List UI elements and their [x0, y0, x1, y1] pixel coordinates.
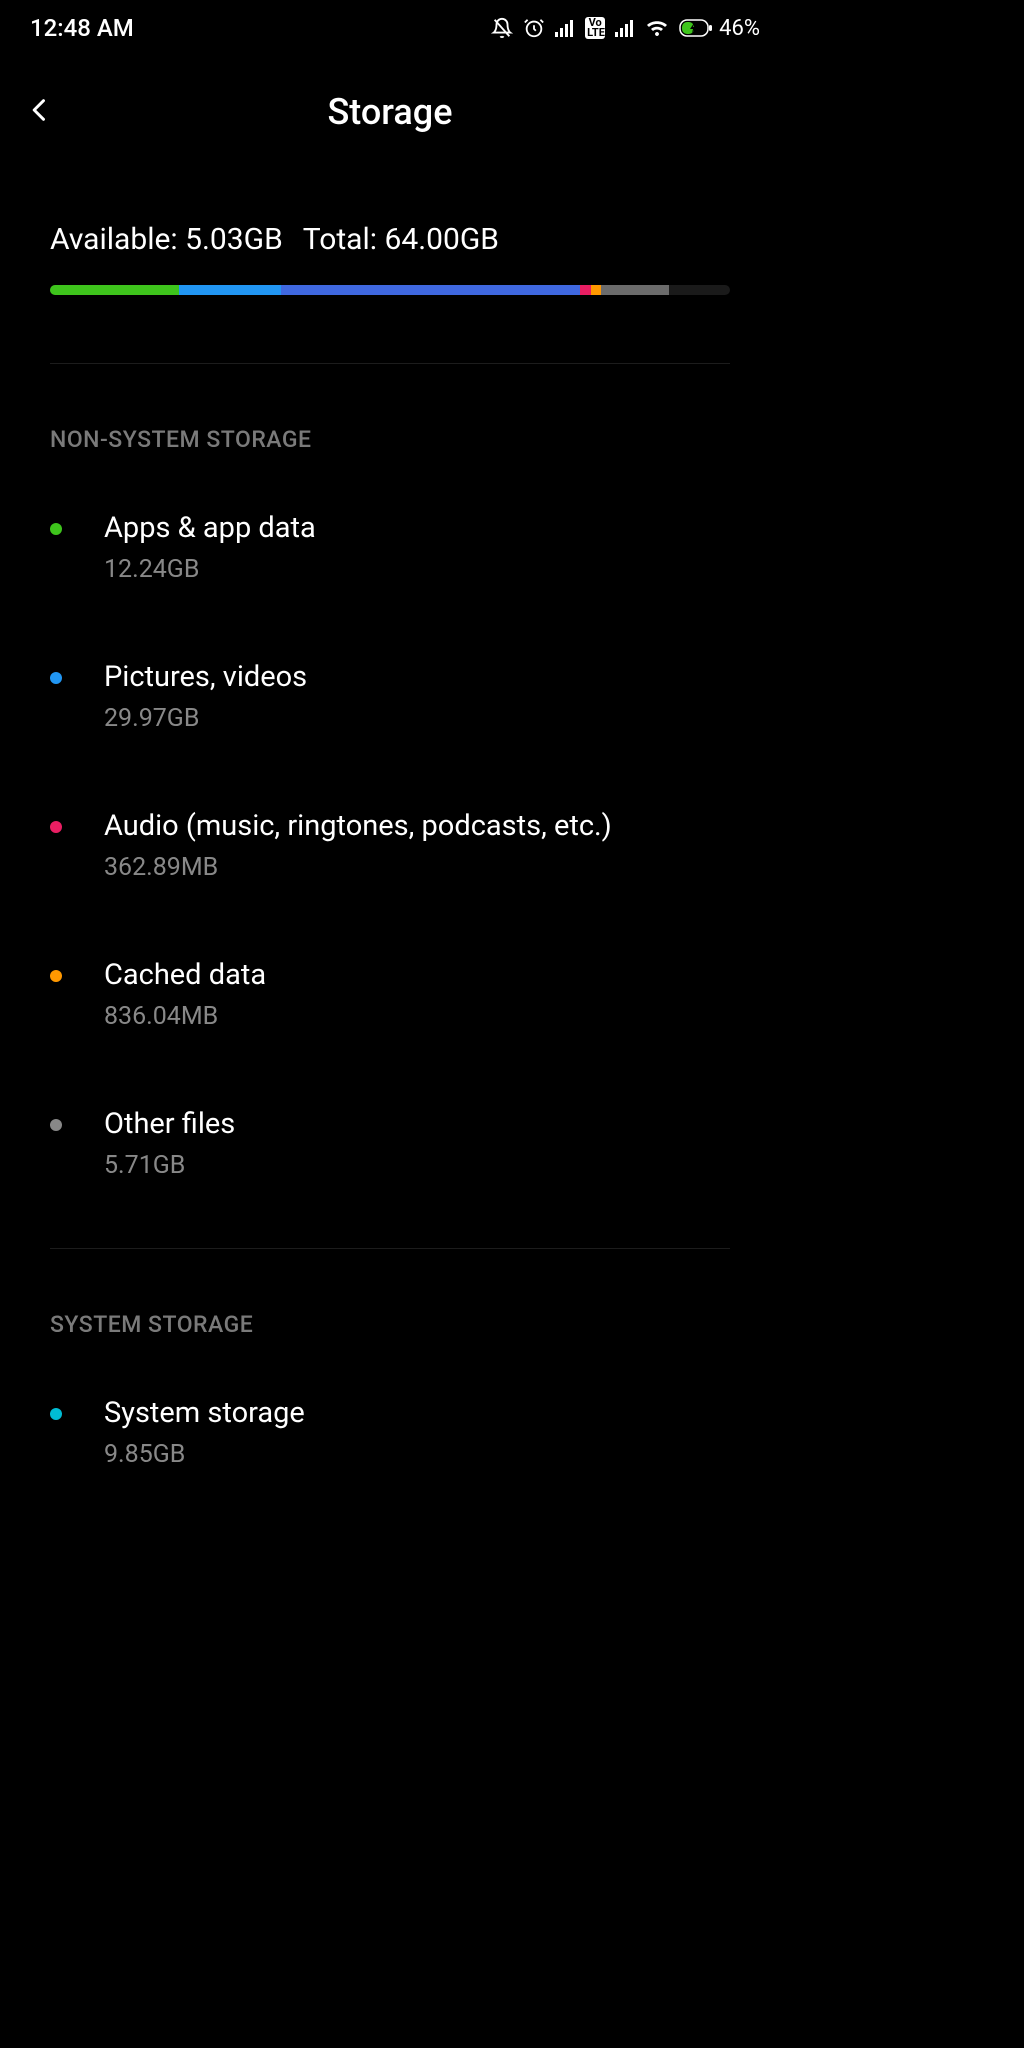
bar-seg-cached: [591, 285, 601, 295]
dot-icon: [50, 672, 62, 684]
dot-icon: [50, 1119, 62, 1131]
battery-icon: 46%: [679, 16, 760, 41]
storage-summary: Available: 5.03GB Total: 64.00GB: [0, 178, 780, 315]
total-value: 64.00GB: [385, 222, 499, 257]
bar-seg-audio: [580, 285, 590, 295]
bar-seg-system: [179, 285, 281, 295]
item-other[interactable]: Other files 5.71GB: [0, 1069, 780, 1218]
dnd-icon: [491, 17, 513, 39]
item-audio[interactable]: Audio (music, ringtones, podcasts, etc.)…: [0, 771, 780, 920]
item-size: 12.24GB: [104, 555, 730, 584]
dot-icon: [50, 1408, 62, 1420]
item-title: Cached data: [104, 958, 730, 992]
item-title: Apps & app data: [104, 511, 730, 545]
item-cached[interactable]: Cached data 836.04MB: [0, 920, 780, 1069]
item-title: Audio (music, ringtones, podcasts, etc.): [104, 809, 730, 843]
dot-icon: [50, 523, 62, 535]
section-non-system: NON-SYSTEM STORAGE: [0, 364, 780, 473]
section-system: SYSTEM STORAGE: [0, 1249, 780, 1358]
item-size: 9.85GB: [104, 1440, 730, 1469]
item-title: Other files: [104, 1107, 730, 1141]
battery-pct: 46%: [719, 16, 760, 41]
signal-icon-2: [615, 19, 635, 37]
bar-seg-other: [601, 285, 669, 295]
item-size: 362.89MB: [104, 853, 730, 882]
item-title: Pictures, videos: [104, 660, 730, 694]
volte-icon: VoLTE: [585, 17, 605, 39]
status-icons: VoLTE 46%: [491, 16, 760, 41]
storage-bar: [50, 285, 730, 295]
available-label: Available:: [50, 222, 178, 257]
item-title: System storage: [104, 1396, 730, 1430]
item-size: 5.71GB: [104, 1151, 730, 1180]
item-size: 836.04MB: [104, 1002, 730, 1031]
dot-icon: [50, 821, 62, 833]
status-time: 12:48 AM: [30, 14, 134, 42]
bar-seg-pictures: [281, 285, 580, 295]
item-apps[interactable]: Apps & app data 12.24GB: [0, 473, 780, 622]
status-bar: 12:48 AM VoLTE 46%: [0, 0, 780, 52]
item-system[interactable]: System storage 9.85GB: [0, 1358, 780, 1507]
available-value: 5.03GB: [185, 222, 283, 257]
summary-text: Available: 5.03GB Total: 64.00GB: [50, 222, 730, 257]
item-pictures[interactable]: Pictures, videos 29.97GB: [0, 622, 780, 771]
back-button[interactable]: [18, 86, 62, 138]
signal-icon-1: [555, 19, 575, 37]
total-label: Total:: [303, 222, 377, 257]
header: Storage: [0, 52, 780, 178]
page-title: Storage: [328, 91, 453, 133]
chevron-left-icon: [26, 94, 54, 126]
wifi-icon: [645, 18, 669, 38]
item-size: 29.97GB: [104, 704, 730, 733]
bar-seg-apps: [50, 285, 179, 295]
alarm-icon: [523, 17, 545, 39]
dot-icon: [50, 970, 62, 982]
